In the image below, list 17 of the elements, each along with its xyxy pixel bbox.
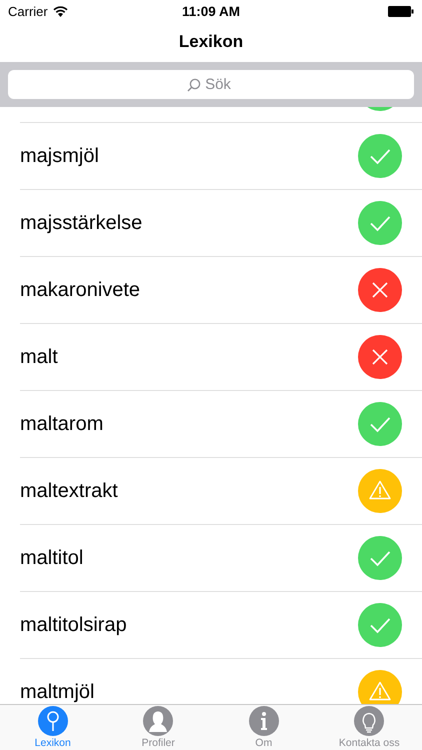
ingredient-name: maltitolsirap xyxy=(20,614,127,636)
ingredient-name: majsmjöl xyxy=(20,144,99,168)
tab-item[interactable]: Kontakta oss xyxy=(316,705,422,750)
ingredient-name: maltarom xyxy=(20,412,104,436)
ingredient-name: maltitol xyxy=(20,546,84,570)
tab-item[interactable]: Profiler xyxy=(106,705,211,750)
ingredient-name: makaronivete xyxy=(20,278,140,302)
clock-time: 11:09 AM xyxy=(182,4,240,18)
carrier-label: Carrier xyxy=(8,4,48,18)
ingredient-name: maltextrakt xyxy=(20,480,118,502)
tab-item[interactable]: Lexikon xyxy=(0,705,106,750)
tab-item[interactable]: Om xyxy=(211,705,316,750)
ingredient-name: malt xyxy=(20,346,58,368)
search-field[interactable]: Sök xyxy=(8,70,414,99)
ingredient-name: majsstärkelse xyxy=(20,212,142,234)
ingredient-name: maltmjöl xyxy=(20,680,94,704)
screen-title: Lexikon xyxy=(178,32,244,52)
